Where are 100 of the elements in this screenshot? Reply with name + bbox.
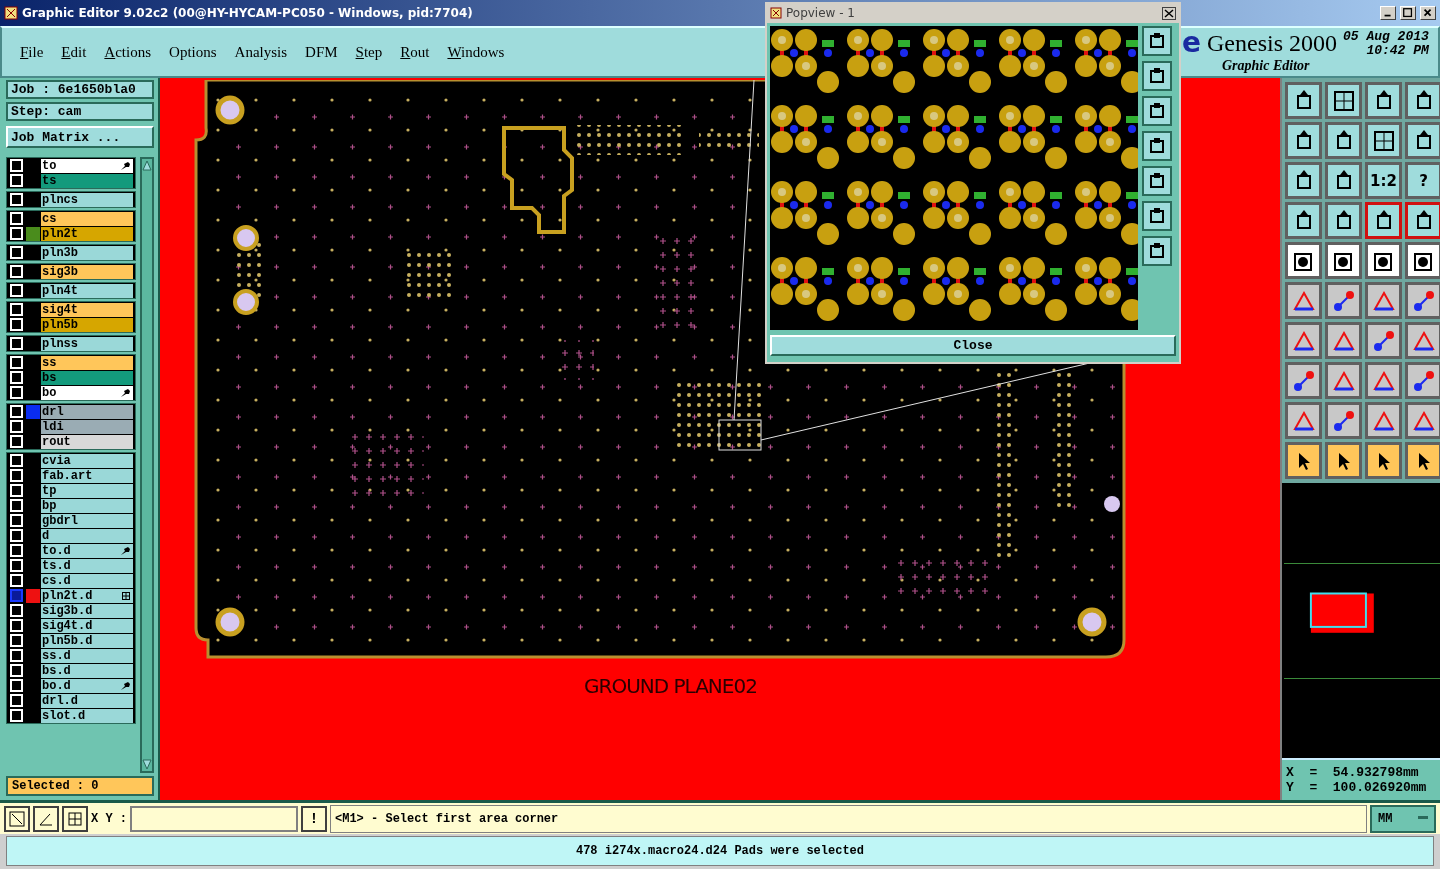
layer-name[interactable]: sig4t xyxy=(41,302,133,317)
zoom-button[interactable] xyxy=(4,805,30,832)
tool-button[interactable] xyxy=(1365,442,1402,479)
layer-name[interactable]: d xyxy=(41,528,133,543)
tool-button[interactable] xyxy=(1405,82,1440,119)
tool-button[interactable] xyxy=(1365,122,1402,159)
layer-name[interactable]: pln2t.d xyxy=(41,588,133,603)
menu-item[interactable]: Analysis xyxy=(234,43,288,61)
layer-name[interactable]: to.d xyxy=(41,543,133,558)
menu-item[interactable]: Options xyxy=(169,43,217,61)
layer-name[interactable]: rout xyxy=(41,434,133,449)
layer-label: sig3b.d xyxy=(42,603,93,618)
menu-item[interactable]: Windows xyxy=(447,43,505,61)
window-title: Graphic Editor 9.02c2 (00@HY-HYCAM-PC050 - Windows, pid:7704) xyxy=(22,6,473,20)
view-tool-button[interactable] xyxy=(1142,165,1172,196)
angle-button[interactable] xyxy=(33,805,59,832)
view-tool-button[interactable] xyxy=(1142,25,1172,56)
tool-button[interactable] xyxy=(1365,242,1402,279)
menu-item[interactable]: Rout xyxy=(400,43,430,61)
menu-item[interactable]: DFM xyxy=(305,43,338,61)
layer-label: ts.d xyxy=(42,558,71,573)
tool-button[interactable] xyxy=(1365,202,1402,239)
tool-button[interactable] xyxy=(1405,202,1440,239)
close-icon[interactable] xyxy=(1162,6,1176,20)
scroll-down-icon[interactable] xyxy=(142,759,152,771)
layer-name[interactable]: cs.d xyxy=(41,573,133,588)
overview-map[interactable] xyxy=(1284,562,1440,679)
layer-name[interactable]: pln5b xyxy=(41,317,133,332)
view-tool-button[interactable] xyxy=(1142,130,1172,161)
layer-name[interactable]: cs xyxy=(41,211,133,226)
units-dropdown[interactable]: MM xyxy=(1370,804,1436,833)
layer-name[interactable]: tp xyxy=(41,483,133,498)
layer-name[interactable]: slot.d xyxy=(41,708,133,723)
layer-name[interactable]: sig3b.d xyxy=(41,603,133,618)
layer-name[interactable]: pln4t xyxy=(41,283,133,298)
layer-name[interactable]: cvia xyxy=(41,453,133,468)
tool-button[interactable] xyxy=(1325,162,1362,199)
tool-button[interactable] xyxy=(1325,242,1362,279)
tool-button[interactable] xyxy=(1405,242,1440,279)
tool-button[interactable] xyxy=(1325,122,1362,159)
view-tool-button[interactable] xyxy=(1142,95,1172,126)
layer-name[interactable]: sig3b xyxy=(41,264,133,279)
layer-label: bp xyxy=(42,498,57,513)
layer-name[interactable]: bo xyxy=(41,385,133,400)
menu-item[interactable]: File xyxy=(20,43,44,61)
step-field: Step: cam xyxy=(6,102,154,121)
tool-button[interactable] xyxy=(1285,202,1322,239)
layer-name[interactable]: ts xyxy=(41,173,133,188)
layer-label: bs.d xyxy=(42,663,71,678)
layer-label: plnss xyxy=(42,336,78,351)
layer-checkbox[interactable] xyxy=(10,589,23,602)
exclaim-button[interactable]: ! xyxy=(301,805,327,832)
layer-name[interactable]: bo.d xyxy=(41,678,133,693)
layer-name[interactable]: pln3b xyxy=(41,245,133,260)
layer-name[interactable]: bp xyxy=(41,498,133,513)
layer-name[interactable]: plnss xyxy=(41,336,133,351)
scrollbar[interactable] xyxy=(140,157,154,773)
tool-button[interactable] xyxy=(1365,82,1402,119)
close-button[interactable]: Close xyxy=(770,334,1176,356)
layer-name[interactable]: drl xyxy=(41,404,133,419)
layer-name[interactable]: gbdrl xyxy=(41,513,133,528)
view-tool-button[interactable] xyxy=(1142,60,1172,91)
layer-name[interactable]: sig4t.d xyxy=(41,618,133,633)
layer-name[interactable]: pln2t xyxy=(41,226,133,241)
grid-button[interactable] xyxy=(62,805,88,832)
menu-item[interactable]: Step xyxy=(355,43,383,61)
tool-button[interactable] xyxy=(1405,442,1440,479)
tool-button[interactable]: ? xyxy=(1405,162,1440,199)
tool-button[interactable] xyxy=(1325,82,1362,119)
app-icon xyxy=(4,6,18,20)
layer-name[interactable]: ldi xyxy=(41,419,133,434)
layer-label: d xyxy=(42,528,50,543)
tool-button[interactable] xyxy=(1285,122,1322,159)
menu-item[interactable]: Actions xyxy=(104,43,152,61)
maximize-icon[interactable] xyxy=(1400,6,1416,20)
view-tool-button[interactable] xyxy=(1142,200,1172,231)
layer-name[interactable]: bs.d xyxy=(41,663,133,678)
tool-button[interactable] xyxy=(1405,122,1440,159)
xy-input-field[interactable] xyxy=(130,805,298,832)
layer-name[interactable]: ts.d xyxy=(41,558,133,573)
layer-name[interactable]: bs xyxy=(41,370,133,385)
layer-name[interactable]: drl.d xyxy=(41,693,133,708)
tool-button[interactable] xyxy=(1285,442,1322,479)
menu-item[interactable]: Edit xyxy=(61,43,87,61)
job-matrix-button[interactable]: Job Matrix ... xyxy=(6,126,154,148)
scroll-up-icon[interactable] xyxy=(142,159,152,171)
layer-name[interactable]: pln5b.d xyxy=(41,633,133,648)
tool-button[interactable] xyxy=(1325,442,1362,479)
view-tool-button[interactable] xyxy=(1142,235,1172,266)
tool-button[interactable]: 1:2 xyxy=(1365,162,1402,199)
tool-button[interactable] xyxy=(1285,242,1322,279)
layer-name[interactable]: ss.d xyxy=(41,648,133,663)
layer-name[interactable]: plncs xyxy=(41,192,133,207)
tool-button[interactable] xyxy=(1285,82,1322,119)
layer-name[interactable]: ss xyxy=(41,355,133,370)
layer-name[interactable]: to xyxy=(41,158,133,173)
tool-button[interactable] xyxy=(1325,202,1362,239)
tool-button[interactable] xyxy=(1285,162,1322,199)
layer-name[interactable]: fab.art xyxy=(41,468,133,483)
minimize-icon[interactable] xyxy=(1380,6,1396,20)
